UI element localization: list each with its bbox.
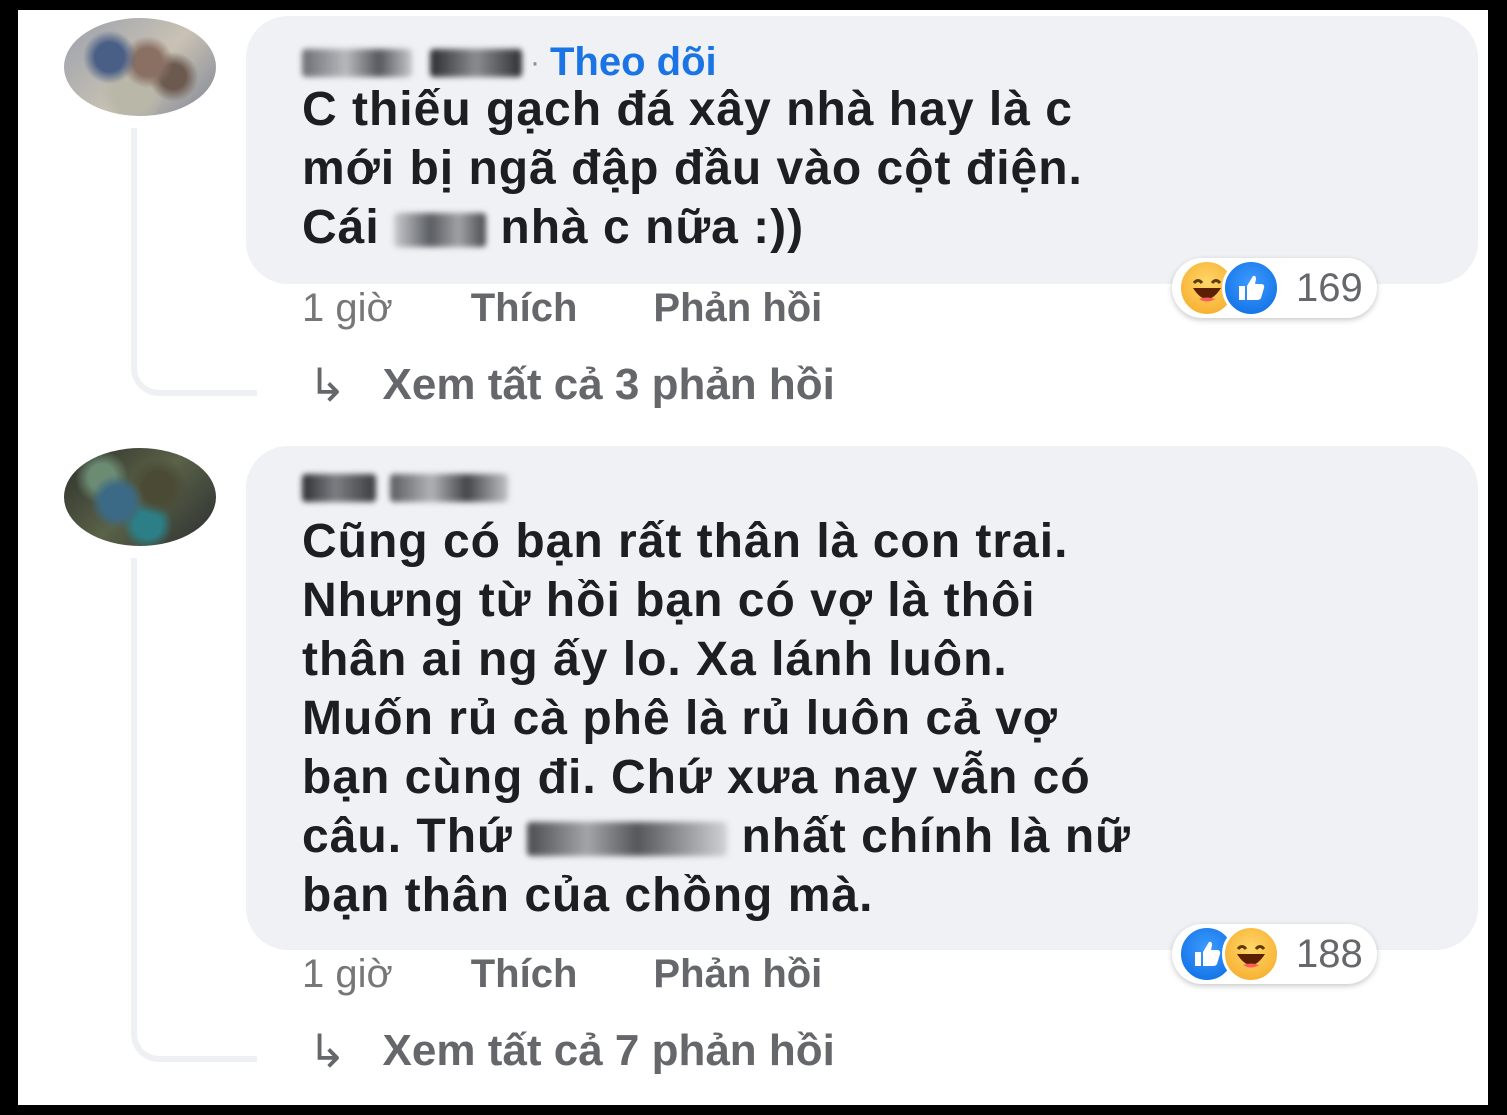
reply-arrow-icon: ↳ [308, 359, 347, 411]
redacted-word [527, 822, 728, 856]
comment-actions: 1 giờ Thích Phản hồi [302, 286, 822, 331]
author-name-redacted[interactable] [390, 474, 508, 502]
like-reaction-icon [1222, 259, 1280, 317]
author-name-redacted[interactable] [302, 474, 376, 502]
commenter-avatar[interactable] [64, 18, 216, 116]
reaction-count: 169 [1296, 265, 1363, 310]
comment-actions: 1 giờ Thích Phản hồi [302, 952, 822, 997]
reply-arrow-icon: ↳ [308, 1025, 347, 1077]
view-replies-label: Xem tất cả 7 phản hồi [382, 1026, 835, 1075]
follow-link[interactable]: Theo dõi [550, 40, 717, 85]
comment-time[interactable]: 1 giờ [302, 952, 393, 997]
haha-reaction-icon [1222, 925, 1280, 983]
reply-button[interactable]: Phản hồi [653, 952, 822, 997]
comment-text: Cũng có bạn rất thân là con trai. Nhưng … [302, 515, 1131, 922]
redacted-word [394, 213, 487, 247]
reaction-summary[interactable]: 188 [1172, 924, 1377, 984]
like-button[interactable]: Thích [471, 952, 578, 997]
comments-panel: · Theo dõi C thiếu gạch đá xây nhà hay l… [18, 10, 1488, 1105]
commenter-avatar[interactable] [64, 448, 216, 546]
comment-author-row: · Theo dõi [302, 40, 717, 85]
reply-button[interactable]: Phản hồi [653, 286, 822, 331]
author-name-redacted[interactable] [302, 48, 412, 77]
like-button[interactable]: Thích [471, 286, 578, 331]
reaction-summary[interactable]: 169 [1172, 258, 1377, 318]
author-name-redacted[interactable] [430, 48, 522, 77]
comment-text: C thiếu gạch đá xây nhà hay là c mới bị … [302, 83, 1083, 254]
reply-thread-line [131, 558, 257, 1062]
comment-author-row [302, 474, 508, 502]
view-replies-label: Xem tất cả 3 phản hồi [382, 360, 835, 409]
view-replies-link[interactable]: ↳ Xem tất cả 3 phản hồi [308, 358, 835, 412]
comment-time[interactable]: 1 giờ [302, 286, 393, 331]
reaction-count: 188 [1296, 931, 1363, 976]
view-replies-link[interactable]: ↳ Xem tất cả 7 phản hồi [308, 1024, 835, 1078]
reply-thread-line [131, 128, 257, 396]
separator-dot: · [530, 45, 540, 79]
